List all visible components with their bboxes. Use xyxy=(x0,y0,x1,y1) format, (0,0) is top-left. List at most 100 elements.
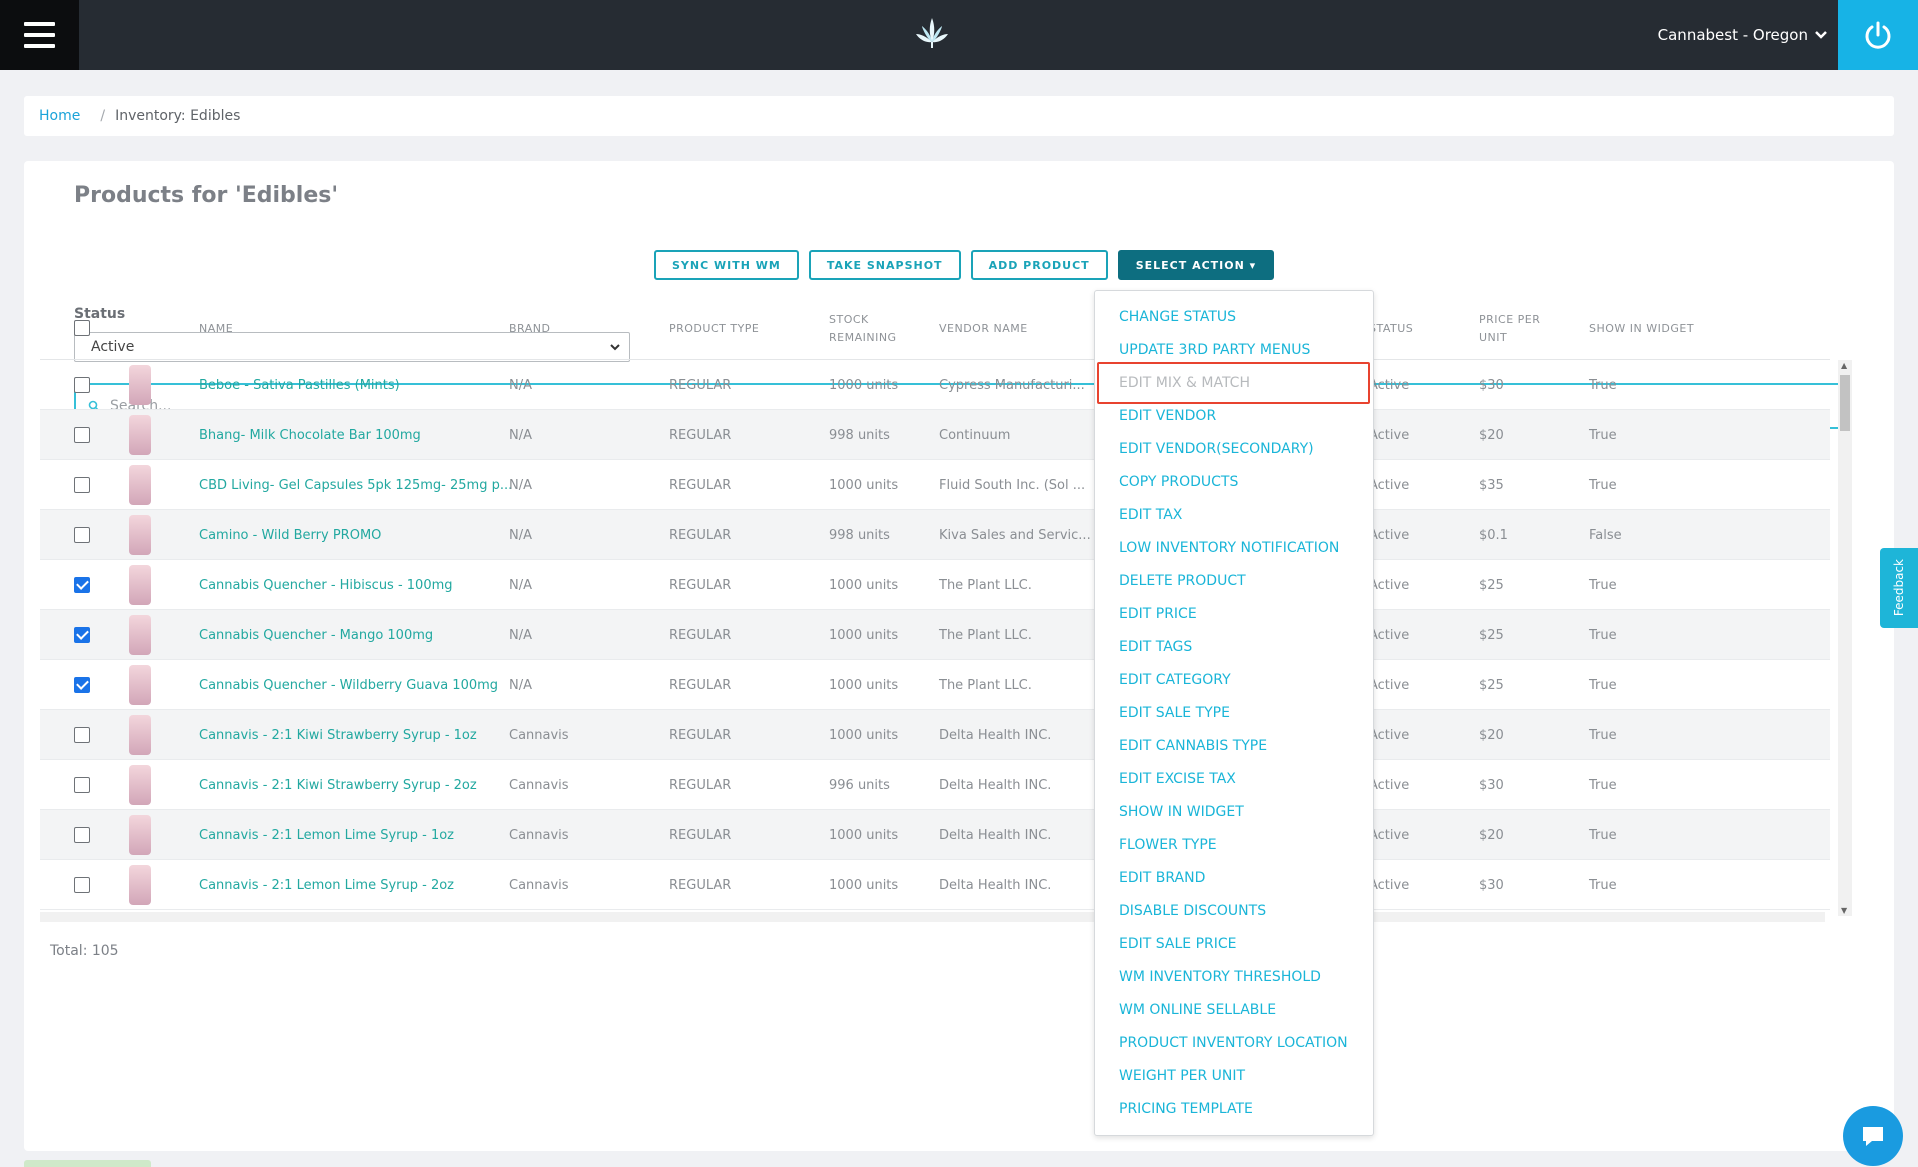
cell-price: $30 xyxy=(1479,877,1504,893)
take-snapshot-button[interactable]: TAKE SNAPSHOT xyxy=(808,250,961,280)
cell-price: $0.1 xyxy=(1479,527,1508,543)
dropdown-item[interactable]: PRICING TEMPLATE xyxy=(1119,1101,1253,1117)
row-checkbox[interactable] xyxy=(74,427,90,443)
dropdown-item[interactable]: EDIT TAX xyxy=(1119,507,1182,523)
dropdown-item[interactable]: EDIT SALE TYPE xyxy=(1119,705,1230,721)
chat-icon[interactable] xyxy=(1843,1106,1903,1166)
header-show-in-widget[interactable]: SHOW IN WIDGET xyxy=(1589,320,1694,338)
table-row[interactable]: Cannabis Quencher - Wildberry Guava 100m… xyxy=(40,660,1830,710)
dropdown-item[interactable]: WM ONLINE SELLABLE xyxy=(1119,1002,1276,1018)
header-vendor[interactable]: VENDOR NAME xyxy=(939,320,1028,338)
table-row[interactable]: Cannabis Quencher - Hibiscus - 100mg N/A R… xyxy=(40,560,1830,610)
cell-stock: 1000 units xyxy=(829,477,899,493)
dropdown-item[interactable]: EDIT TAGS xyxy=(1119,639,1192,655)
bottom-progress-bar xyxy=(24,1160,151,1167)
cell-name[interactable]: Cannabis Quencher - Mango 100mg xyxy=(199,610,433,660)
header-product-type[interactable]: PRODUCT TYPE xyxy=(669,320,759,338)
dropdown-item[interactable]: EDIT CANNABIS TYPE xyxy=(1119,738,1267,754)
row-checkbox[interactable] xyxy=(74,377,90,393)
dropdown-item[interactable]: EDIT EXCISE TAX xyxy=(1119,771,1236,787)
table-row[interactable]: Cannavis - 2:1 Lemon Lime Syrup - 1oz Can… xyxy=(40,810,1830,860)
cell-status: Active xyxy=(1369,677,1410,693)
cell-price: $20 xyxy=(1479,727,1504,743)
cell-name[interactable]: Cannavis - 2:1 Lemon Lime Syrup - 2oz xyxy=(199,860,454,910)
dropdown-item[interactable]: EDIT CATEGORY xyxy=(1119,672,1231,688)
dropdown-item[interactable]: UPDATE 3RD PARTY MENUS xyxy=(1119,342,1310,358)
row-checkbox[interactable] xyxy=(74,777,90,793)
cell-show-in-widget: True xyxy=(1589,777,1617,793)
dropdown-item[interactable]: WM INVENTORY THRESHOLD xyxy=(1119,969,1321,985)
breadcrumb-current: Inventory: Edibles xyxy=(115,108,241,124)
header-brand[interactable]: BRAND xyxy=(509,320,550,338)
dropdown-item[interactable]: CHANGE STATUS xyxy=(1119,309,1236,325)
table-row[interactable]: Camino - Wild Berry PROMO N/A REGULAR 998 u… xyxy=(40,510,1830,560)
cell-name[interactable]: CBD Living- Gel Capsules 5pk 125mg- 25mg… xyxy=(199,460,512,510)
cell-name[interactable]: Cannavis - 2:1 Lemon Lime Syrup - 1oz xyxy=(199,810,454,860)
table-row[interactable]: Beboe - Sativa Pastilles (Mints) N/A REGUL… xyxy=(40,360,1830,410)
add-product-button[interactable]: ADD PRODUCT xyxy=(970,250,1108,280)
cell-name[interactable]: Camino - Wild Berry PROMO xyxy=(199,510,381,560)
cell-brand: N/A xyxy=(509,577,532,593)
vertical-scrollbar[interactable]: ▲ ▼ xyxy=(1838,360,1852,916)
sync-with-wm-button[interactable]: SYNC WITH WM xyxy=(654,250,799,280)
power-icon[interactable] xyxy=(1838,0,1918,70)
dropdown-item[interactable]: EDIT SALE PRICE xyxy=(1119,936,1237,952)
header-name[interactable]: NAME xyxy=(199,320,233,338)
dropdown-item[interactable]: EDIT VENDOR xyxy=(1119,408,1216,424)
dropdown-item[interactable]: EDIT BRAND xyxy=(1119,870,1205,886)
cell-brand: N/A xyxy=(509,427,532,443)
table-row[interactable]: Cannavis - 2:1 Lemon Lime Syrup - 2oz Can… xyxy=(40,860,1830,910)
dropdown-item[interactable]: DISABLE DISCOUNTS xyxy=(1119,903,1266,919)
horizontal-scrollbar[interactable] xyxy=(40,912,1825,922)
feedback-tab[interactable]: Feedback xyxy=(1880,548,1918,628)
hamburger-icon[interactable] xyxy=(0,0,79,70)
breadcrumb-home-link[interactable]: Home xyxy=(39,108,80,124)
row-checkbox[interactable] xyxy=(74,677,90,693)
scroll-down-icon[interactable]: ▼ xyxy=(1841,906,1847,915)
select-all-checkbox[interactable] xyxy=(74,320,90,336)
cell-name[interactable]: Cannabis Quencher - Wildberry Guava 100m… xyxy=(199,660,498,710)
row-checkbox[interactable] xyxy=(74,827,90,843)
cell-stock: 1000 units xyxy=(829,727,899,743)
cannabis-leaf-icon[interactable] xyxy=(912,14,952,54)
row-checkbox[interactable] xyxy=(74,627,90,643)
table-row[interactable]: Bhang- Milk Chocolate Bar 100mg N/A REGULA… xyxy=(40,410,1830,460)
cell-name[interactable]: Cannabis Quencher - Hibiscus - 100mg xyxy=(199,560,453,610)
dropdown-item[interactable]: FLOWER TYPE xyxy=(1119,837,1217,853)
cell-brand: Cannavis xyxy=(509,777,569,793)
store-selector[interactable]: Cannabest - Oregon xyxy=(1658,0,1828,70)
dropdown-item[interactable]: PRODUCT INVENTORY LOCATION xyxy=(1119,1035,1348,1051)
header-stock-line1: STOCK xyxy=(829,313,869,326)
row-checkbox[interactable] xyxy=(74,577,90,593)
dropdown-item[interactable]: LOW INVENTORY NOTIFICATION xyxy=(1119,540,1339,556)
select-action-button[interactable]: SELECT ACTION ▾ xyxy=(1117,250,1275,280)
row-checkbox[interactable] xyxy=(74,727,90,743)
dropdown-item[interactable]: DELETE PRODUCT xyxy=(1119,573,1246,589)
cell-name[interactable]: Beboe - Sativa Pastilles (Mints) xyxy=(199,360,400,410)
cell-name[interactable]: Cannavis - 2:1 Kiwi Strawberry Syrup - 1… xyxy=(199,710,477,760)
header-stock[interactable]: STOCK REMAINING xyxy=(829,311,897,347)
scrollbar-thumb[interactable] xyxy=(1840,375,1850,431)
header-price[interactable]: PRICE PER UNIT xyxy=(1479,311,1540,347)
action-buttons: SYNC WITH WM TAKE SNAPSHOT ADD PRODUCT S… xyxy=(654,250,1275,280)
table-row[interactable]: CBD Living- Gel Capsules 5pk 125mg- 25mg… xyxy=(40,460,1830,510)
dropdown-item[interactable]: EDIT PRICE xyxy=(1119,606,1197,622)
page-title: Products for 'Edibles' xyxy=(74,183,339,208)
scroll-up-icon[interactable]: ▲ xyxy=(1841,361,1847,370)
row-checkbox[interactable] xyxy=(74,527,90,543)
header-status[interactable]: STATUS xyxy=(1369,320,1413,338)
cell-status: Active xyxy=(1369,827,1410,843)
cell-name[interactable]: Bhang- Milk Chocolate Bar 100mg xyxy=(199,410,421,460)
table-row[interactable]: Cannavis - 2:1 Kiwi Strawberry Syrup - 1… xyxy=(40,710,1830,760)
row-checkbox[interactable] xyxy=(74,877,90,893)
dropdown-item[interactable]: COPY PRODUCTS xyxy=(1119,474,1238,490)
table-row[interactable]: Cannabis Quencher - Mango 100mg N/A REGULA… xyxy=(40,610,1830,660)
dropdown-item[interactable]: WEIGHT PER UNIT xyxy=(1119,1068,1245,1084)
row-checkbox[interactable] xyxy=(74,477,90,493)
cell-product-type: REGULAR xyxy=(669,627,732,643)
table-row[interactable]: Cannavis - 2:1 Kiwi Strawberry Syrup - 2… xyxy=(40,760,1830,810)
dropdown-item[interactable]: SHOW IN WIDGET xyxy=(1119,804,1244,820)
cell-stock: 1000 units xyxy=(829,827,899,843)
cell-name[interactable]: Cannavis - 2:1 Kiwi Strawberry Syrup - 2… xyxy=(199,760,477,810)
dropdown-item[interactable]: EDIT VENDOR(SECONDARY) xyxy=(1119,441,1314,457)
